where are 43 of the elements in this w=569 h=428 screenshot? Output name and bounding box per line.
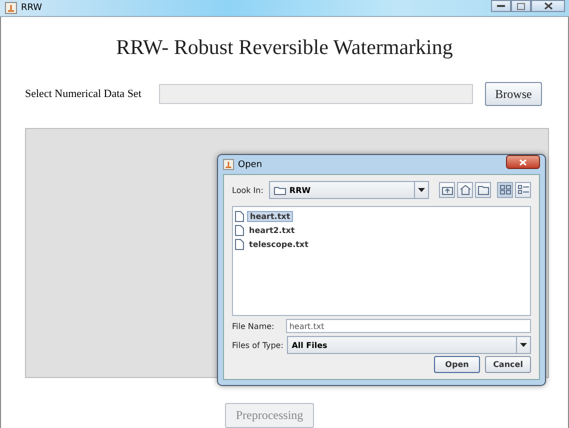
close-button[interactable]: [506, 155, 540, 169]
app-icon: [5, 2, 17, 14]
file-item[interactable]: heart2.txt: [247, 226, 297, 234]
caret-icon: [520, 343, 527, 347]
cancel-button[interactable]: Cancel: [485, 356, 531, 373]
close-button[interactable]: [531, 0, 565, 12]
new-folder-button[interactable]: [475, 182, 491, 198]
minimize-button[interactable]: [491, 0, 511, 12]
app-heading: RRW- Robust Reversible Watermarking: [115, 35, 454, 60]
dataset-label: Select Numerical Data Set: [25, 88, 142, 100]
file-item[interactable]: telescope.txt: [247, 240, 310, 248]
folder-icon: [478, 185, 488, 195]
file-type-label: Files of Type:: [232, 340, 284, 350]
list-view-button[interactable]: [497, 182, 513, 198]
open-button[interactable]: Open: [434, 356, 480, 373]
file-icon: [235, 224, 244, 236]
close-icon: [519, 158, 527, 166]
home-button[interactable]: [457, 182, 473, 198]
window-title: RRW: [21, 3, 42, 13]
file-icon: [235, 238, 244, 250]
maximize-icon: [517, 2, 525, 10]
folder-up-icon: [442, 185, 452, 195]
folder-icon: [274, 186, 286, 194]
home-icon: [460, 185, 470, 195]
details-list-icon: [518, 185, 528, 195]
dataset-path-field[interactable]: [159, 84, 473, 104]
app-icon: [223, 159, 234, 170]
look-in-dropdown[interactable]: RRW: [269, 181, 429, 199]
caret-icon: [418, 188, 425, 192]
maximize-button[interactable]: [511, 0, 531, 12]
browse-button[interactable]: Browse: [485, 82, 542, 106]
grid-icon: [500, 185, 510, 195]
minimize-icon: [497, 4, 505, 8]
file-name-label: File Name:: [232, 322, 276, 330]
close-icon: [544, 2, 552, 10]
up-folder-button[interactable]: [439, 182, 455, 198]
look-in-label: Look In:: [232, 186, 264, 194]
file-type-dropdown[interactable]: All Files: [286, 336, 531, 354]
details-view-button[interactable]: [515, 182, 531, 198]
file-icon: [235, 210, 244, 222]
file-item[interactable]: heart.txt: [247, 210, 294, 222]
file-name-field[interactable]: heart.txt: [286, 319, 531, 333]
dialog-title: Open: [238, 160, 262, 170]
